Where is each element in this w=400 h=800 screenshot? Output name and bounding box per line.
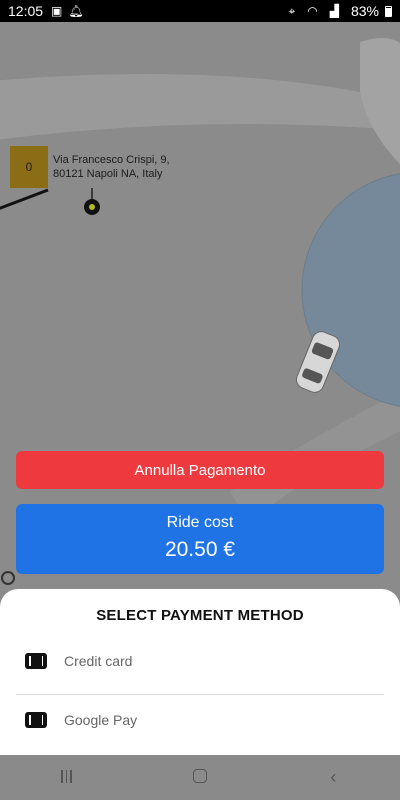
status-right: ⌖ ◠ ▟ 83% [288, 3, 392, 19]
card-icon [25, 712, 47, 728]
ride-cost-card: Ride cost 20.50 € [16, 504, 384, 574]
road-shape [0, 72, 400, 140]
address-marker[interactable]: 0 Via Francesco Crispi, 9, 80121 Napoli … [10, 146, 178, 188]
status-time: 12:05 [8, 3, 44, 19]
recents-button[interactable] [37, 767, 97, 788]
cancel-payment-button[interactable]: Annulla Pagamento [16, 451, 384, 489]
battery-icon [385, 5, 392, 17]
card-icon [25, 653, 47, 669]
notification-bell-icon: 🔔︎ [68, 4, 84, 18]
ride-cost-label: Ride cost [166, 514, 234, 531]
map-compass-icon [1, 571, 15, 585]
sheet-title: SELECT PAYMENT METHOD [96, 607, 304, 624]
image-icon: ▣ [51, 4, 63, 18]
address-badge: 0 [10, 146, 48, 188]
road-shape [360, 38, 400, 164]
location-pin-center [89, 204, 95, 210]
navigation-bar: ‹ [0, 755, 400, 800]
home-button[interactable] [170, 767, 230, 788]
home-icon [192, 769, 207, 783]
payment-option-google-pay[interactable]: Google Pay [16, 695, 384, 745]
payment-option-label: Credit card [64, 653, 133, 669]
signal-icon: ▟ [329, 4, 339, 18]
back-icon: ‹ [330, 767, 337, 787]
route-line [0, 188, 49, 210]
payment-option-label: Google Pay [64, 712, 138, 728]
address-label: Via Francesco Crispi, 9, 80121 Napoli NA… [53, 154, 170, 180]
back-button[interactable]: ‹ [303, 767, 363, 788]
recents-icon [61, 770, 72, 783]
location-icon: ⌖ [288, 3, 296, 18]
payment-option-credit-card[interactable]: Credit card [16, 636, 384, 686]
payment-method-sheet: SELECT PAYMENT METHOD Credit card Google… [0, 589, 400, 755]
wifi-icon: ◠ [307, 4, 318, 18]
ride-cost-amount: 20.50 € [164, 538, 236, 561]
battery-percent: 83% [350, 3, 379, 19]
status-bar: 12:05 ▣ 🔔︎ ⌖ ◠ ▟ 83% [0, 0, 400, 22]
